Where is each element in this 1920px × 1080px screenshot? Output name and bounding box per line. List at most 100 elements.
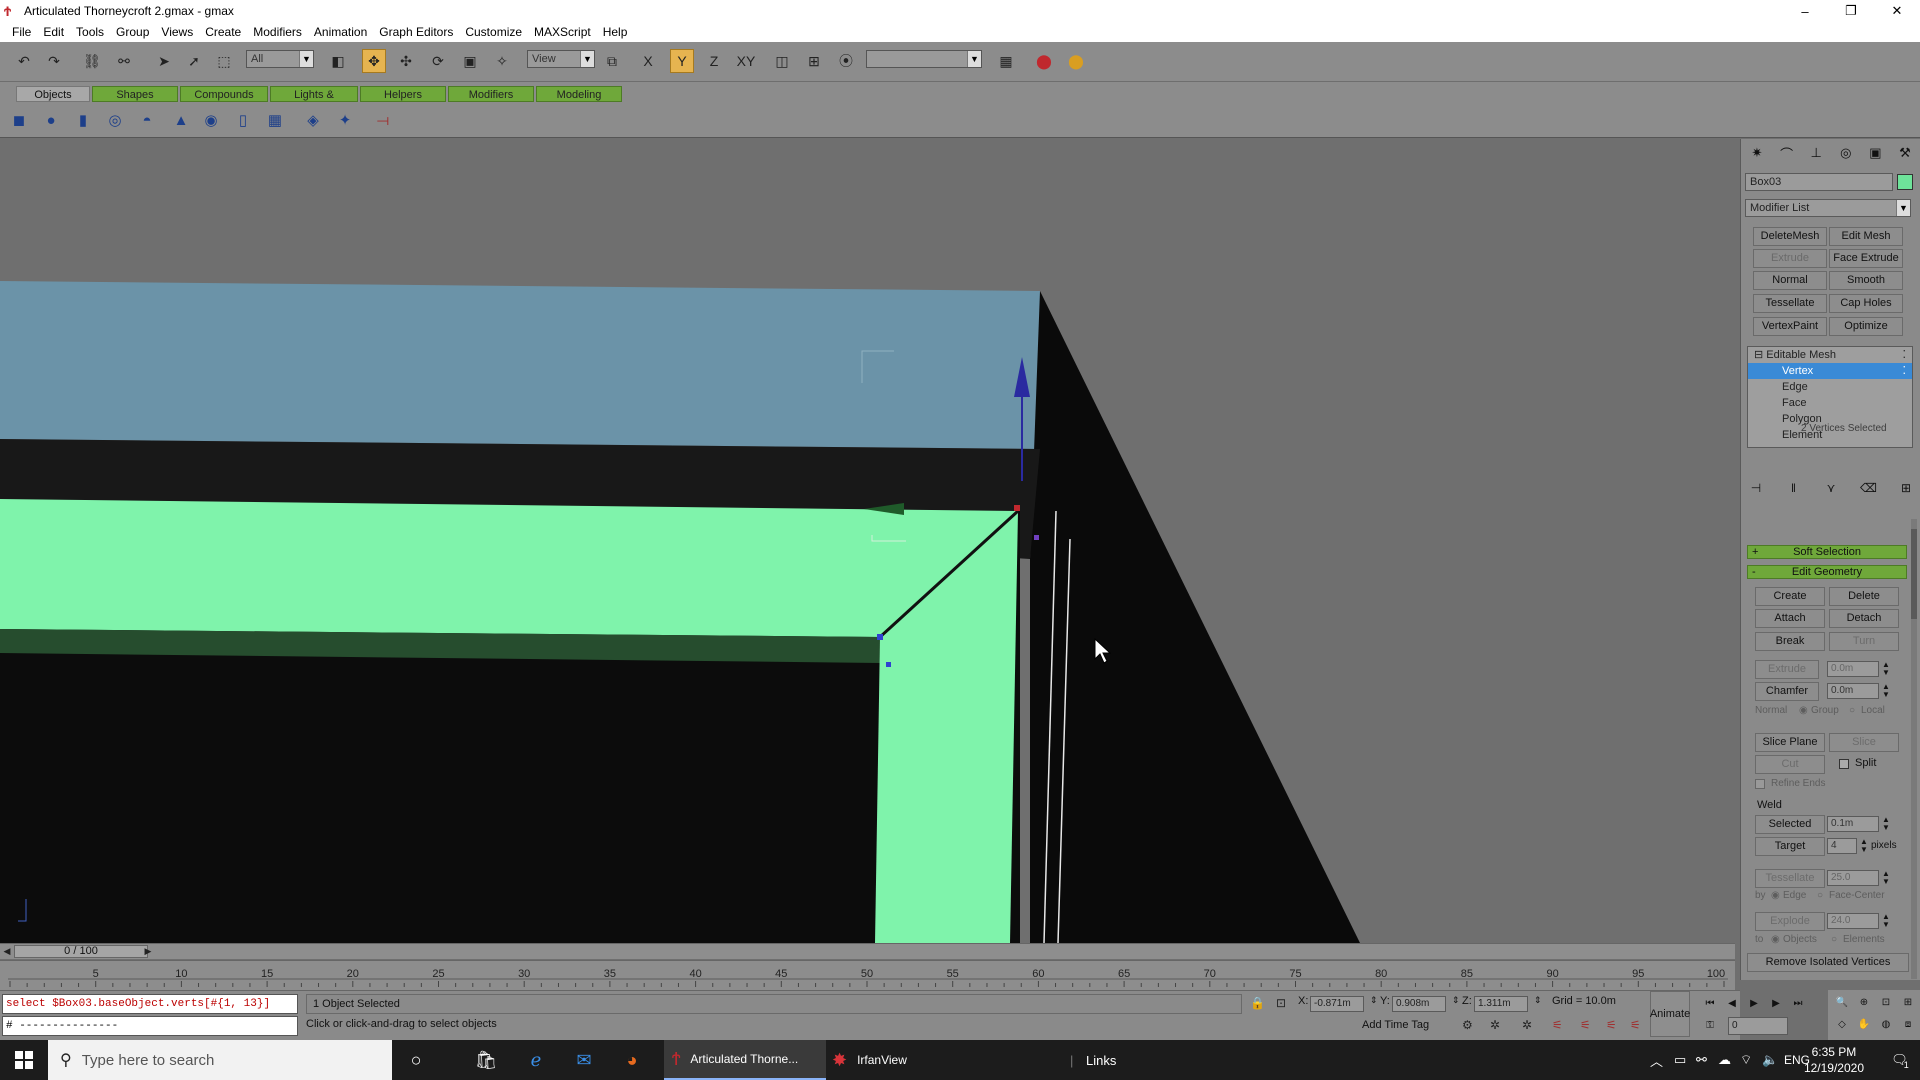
tab-objects[interactable]: Objects — [16, 86, 90, 102]
display-panel-icon[interactable]: ▣ — [1865, 143, 1885, 163]
remove-modifier-icon[interactable]: ⌫ — [1860, 479, 1878, 497]
weld-selected-button[interactable]: Selected — [1755, 815, 1825, 834]
spinner-arrows-icon[interactable]: ⇕ — [1452, 995, 1460, 1006]
zoom-all-icon[interactable]: ⊕ — [1854, 992, 1874, 1012]
show-hidden-icons[interactable]: ︿ — [1650, 1040, 1663, 1080]
break-button[interactable]: Break — [1755, 632, 1825, 651]
split-checkbox[interactable] — [1839, 759, 1849, 769]
tab-lights-cameras[interactable]: Lights & Cameras — [270, 86, 358, 117]
modifier-list-dropdown[interactable]: Modifier List ▼ — [1745, 199, 1911, 217]
spinner-arrows-icon[interactable]: ▲ ▼ — [1881, 870, 1891, 886]
selection-filter-dropdown[interactable]: All ▼ — [246, 50, 314, 68]
use-pivot-point-icon[interactable]: ⧉ — [600, 49, 624, 73]
extrude-modifier-button[interactable]: Extrude — [1753, 249, 1827, 268]
show-end-result-toggle-icon[interactable]: ‖ — [1785, 479, 1803, 497]
select-by-name-icon[interactable]: ➚ — [182, 49, 206, 73]
undo-icon[interactable]: ↶ — [12, 49, 36, 73]
menu-edit[interactable]: Edit — [37, 25, 70, 39]
face-center-radio-icon[interactable]: ○ — [1817, 890, 1823, 901]
hinge-tool-icon[interactable]: ⚟ — [1630, 1018, 1641, 1032]
restrict-x-icon[interactable]: X — [636, 49, 660, 73]
spinner-arrows-icon[interactable]: ▲ ▼ — [1859, 838, 1869, 854]
spinner-arrows-icon[interactable]: ▲ ▼ — [1881, 816, 1891, 832]
add-time-tag-button[interactable]: Add Time Tag — [1362, 1019, 1429, 1031]
cylinder-icon[interactable]: ▮ — [72, 109, 94, 131]
geosphere-icon[interactable]: ◉ — [200, 109, 222, 131]
go-to-start-icon[interactable]: ⏮ — [1700, 993, 1720, 1013]
tube-icon[interactable]: ▯ — [232, 109, 254, 131]
make-unique-icon[interactable]: ⋎ — [1822, 479, 1840, 497]
menu-tools[interactable]: Tools — [70, 25, 110, 39]
volume-icon[interactable]: 🔈 — [1762, 1040, 1778, 1080]
task-view-icon[interactable]: ○ — [396, 1040, 436, 1080]
maxscript-mini-listener[interactable]: select $Box03.baseObject.verts[#{1, 13}] — [2, 994, 298, 1014]
select-object-icon[interactable]: ➤ — [152, 49, 176, 73]
uniform-scale-icon[interactable]: ▣ — [458, 49, 482, 73]
spinner-arrows-icon[interactable]: ▲ ▼ — [1881, 661, 1891, 677]
weld-threshold-field[interactable]: 0.1m — [1827, 816, 1879, 832]
clock[interactable]: 6:35 PM 12/19/2020 — [1804, 1044, 1864, 1076]
detach-button[interactable]: Detach — [1829, 609, 1899, 628]
spinner-arrows-icon[interactable]: ▲ ▼ — [1881, 683, 1891, 699]
render-scene-icon[interactable]: ⬤ — [1032, 49, 1056, 73]
redo-icon[interactable]: ↷ — [42, 49, 66, 73]
edit-mesh-button[interactable]: Edit Mesh — [1829, 227, 1903, 246]
local-radio-label[interactable]: Local — [1861, 705, 1885, 716]
hemisphere-icon[interactable]: ◓ — [136, 109, 158, 131]
zoom-extents-icon[interactable]: ⊡ — [1876, 992, 1896, 1012]
window-crossing-icon[interactable]: ◧ — [326, 49, 350, 73]
current-frame-field[interactable]: 0 — [1728, 1017, 1788, 1035]
space-warp-icon[interactable]: ◈ — [302, 109, 324, 131]
maximize-viewport-icon[interactable]: ⧈ — [1898, 1014, 1918, 1034]
normal-radio-label[interactable]: Normal — [1755, 705, 1787, 716]
vertex-handle[interactable] — [1014, 505, 1020, 511]
menu-create[interactable]: Create — [199, 25, 247, 39]
firefox-icon[interactable]: ◕ — [612, 1040, 652, 1080]
minimize-button[interactable]: – — [1782, 0, 1828, 22]
objects-radio-label[interactable]: Objects — [1783, 934, 1817, 945]
edge-radio-icon[interactable]: ◉ — [1771, 890, 1780, 901]
stack-item-editable-mesh[interactable]: ⊟ Editable Mesh ⁚ — [1748, 347, 1912, 363]
tessellate-button[interactable]: Tessellate — [1755, 869, 1825, 888]
restrict-y-icon[interactable]: Y — [670, 49, 694, 73]
tessellate-modifier-button[interactable]: Tessellate — [1753, 294, 1827, 313]
onedrive-icon[interactable]: ☁ — [1718, 1040, 1731, 1080]
vertex-handle[interactable] — [886, 662, 891, 667]
viewport-scene[interactable] — [0, 139, 1735, 943]
create-button[interactable]: Create — [1755, 587, 1825, 606]
group-radio-icon[interactable]: ◉ — [1799, 705, 1808, 716]
chamfer-button[interactable]: Chamfer — [1755, 682, 1819, 701]
normal-modifier-button[interactable]: Normal — [1753, 271, 1827, 290]
lock-selection-icon[interactable]: 🔒 — [1250, 996, 1265, 1010]
named-selection-dropdown[interactable]: ▼ — [866, 50, 982, 68]
extrude-amount-field[interactable]: 0.0m — [1827, 661, 1879, 677]
tab-compounds[interactable]: Compounds — [180, 86, 268, 102]
vertexpaint-button[interactable]: VertexPaint — [1753, 317, 1827, 336]
taskbar-app-irfanview[interactable]: ✸ IrfanView — [824, 1040, 974, 1080]
previous-key-icon[interactable]: ◀ — [1722, 993, 1742, 1013]
refine-ends-checkbox[interactable] — [1755, 779, 1765, 789]
spinner-arrows-icon[interactable]: ⇕ — [1534, 995, 1542, 1006]
zoom-extents-all-icon[interactable]: ⊞ — [1898, 992, 1918, 1012]
time-slider[interactable]: ◀ 0 / 100 ▶ — [0, 943, 1735, 959]
sphere-icon[interactable]: ● — [40, 109, 62, 131]
remove-isolated-vertices-button[interactable]: Remove Isolated Vertices — [1747, 953, 1909, 972]
pan-icon[interactable]: ✋ — [1854, 1014, 1874, 1034]
menu-file[interactable]: File — [6, 25, 37, 39]
vertex-handle[interactable] — [1034, 535, 1039, 540]
link-tool-icon[interactable]: ⚟ — [1606, 1018, 1617, 1032]
meet-now-icon[interactable]: ▭ — [1674, 1040, 1686, 1080]
z-coordinate-field[interactable]: 1.311m — [1474, 996, 1528, 1012]
explode-angle-field[interactable]: 24.0 — [1827, 913, 1879, 929]
utilities-panel-icon[interactable]: ⚒ — [1895, 143, 1915, 163]
next-key-icon[interactable]: ▶ — [1766, 993, 1786, 1013]
track-bar[interactable]: 5 10 15 20 25 30 35 40 45 50 55 60 65 70 75 80 85 90 95 100 — [0, 960, 1735, 990]
play-icon[interactable]: ▶ — [1744, 993, 1764, 1013]
stack-item-edge[interactable]: Edge — [1748, 379, 1912, 395]
select-and-scale-icon[interactable]: ⟳ — [426, 49, 450, 73]
set-key-icon[interactable]: ✲ — [1522, 1018, 1532, 1032]
reference-coordinate-dropdown[interactable]: View ▼ — [527, 50, 595, 68]
cut-button[interactable]: Cut — [1755, 755, 1825, 774]
tab-modeling[interactable]: Modeling — [536, 86, 622, 102]
restrict-z-icon[interactable]: Z — [702, 49, 726, 73]
